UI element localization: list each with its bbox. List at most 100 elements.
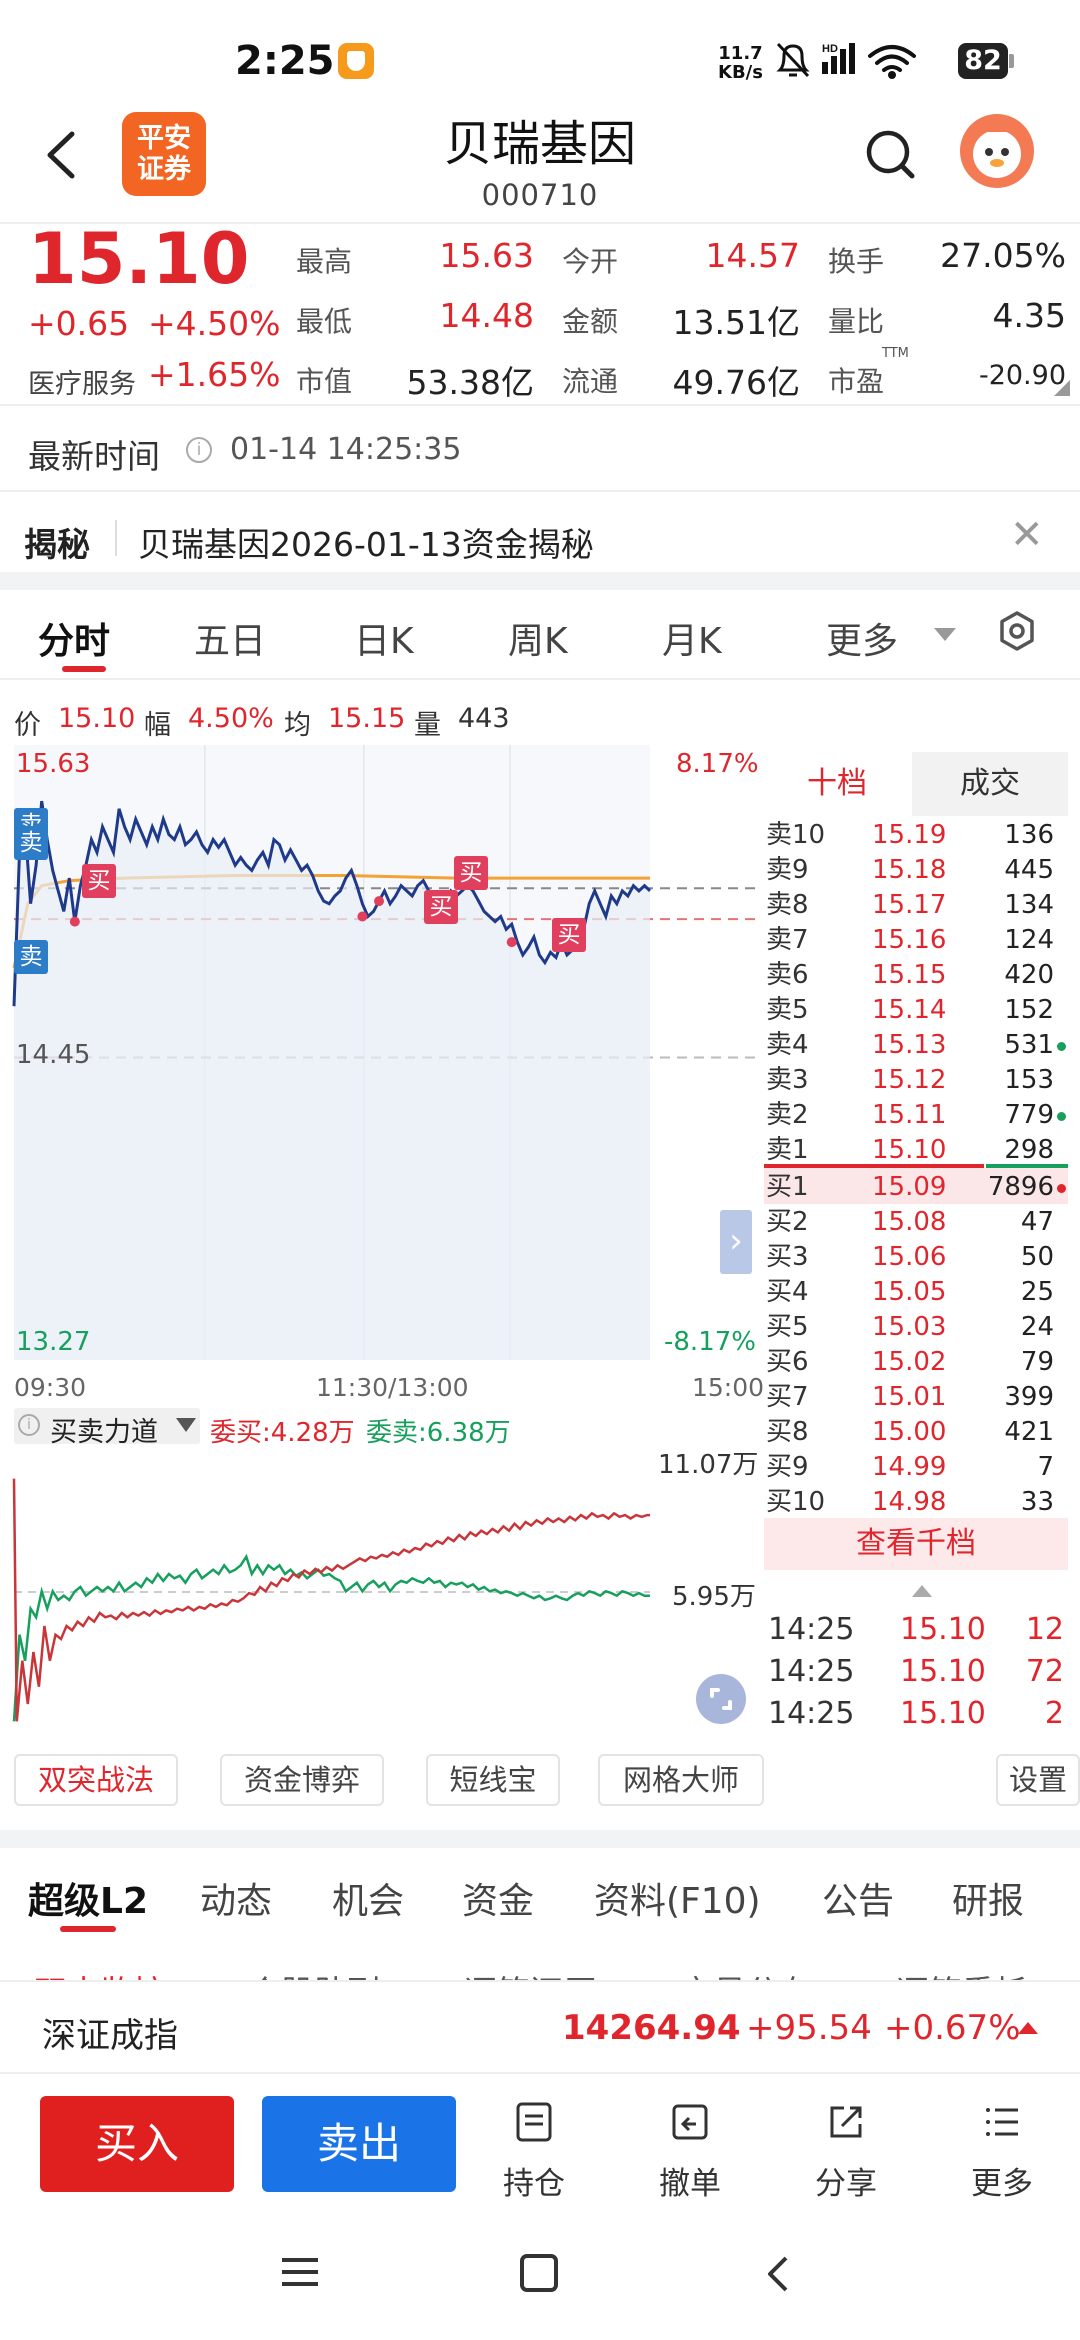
expand-corner-icon[interactable] — [1054, 380, 1070, 396]
ask-row[interactable]: 卖8 15.17 134 — [766, 888, 1068, 923]
chevron-down-icon[interactable] — [176, 1418, 196, 1432]
fullscreen-icon[interactable] — [696, 1674, 746, 1724]
info-avg-label: 均 — [284, 710, 311, 741]
svg-text:HD: HD — [822, 43, 838, 55]
holdings-button[interactable]: 持仓 — [484, 2100, 584, 2203]
back-arrow-icon[interactable] — [38, 120, 88, 190]
bid-qty: 25 — [1020, 1277, 1054, 1307]
index-value: 14264.94 — [562, 2008, 741, 2048]
tab-intraday[interactable]: 分时 — [38, 612, 110, 664]
tool-double-breakout[interactable]: 双突战法 — [14, 1754, 178, 1806]
ask-row[interactable]: 卖5 15.14 152 — [766, 993, 1068, 1028]
tab-trades[interactable]: 成交 — [912, 752, 1068, 816]
tool-capital-game[interactable]: 资金博弈 — [220, 1754, 384, 1806]
ask-row[interactable]: 卖9 15.18 445 — [766, 853, 1068, 888]
tool-short-term[interactable]: 短线宝 — [426, 1754, 560, 1806]
menu-icon[interactable] — [280, 2256, 320, 2288]
tab-news[interactable]: 动态 — [200, 1872, 272, 1924]
bid-row[interactable]: 买4 15.05 25 — [766, 1275, 1068, 1310]
ask-row[interactable]: 卖4 15.13 531 — [766, 1028, 1068, 1063]
holdings-label: 持仓 — [503, 2166, 565, 2202]
bid-row[interactable]: 买5 15.03 24 — [766, 1310, 1068, 1345]
price-change-pct: +4.50% — [148, 304, 281, 343]
chevron-up-icon[interactable] — [912, 1585, 932, 1597]
bid-qty: 50 — [1020, 1242, 1054, 1272]
bid-row[interactable]: 买7 15.01 399 — [766, 1380, 1068, 1415]
ask-row[interactable]: 卖2 15.11 779 — [766, 1098, 1068, 1133]
market-cap-label: 市值 — [296, 365, 353, 398]
bid-price: 14.98 — [872, 1487, 947, 1517]
bid-price: 15.08 — [872, 1207, 947, 1237]
bid-row[interactable]: 买8 15.00 421 — [766, 1415, 1068, 1450]
ask-price: 15.11 — [872, 1100, 947, 1130]
tab-research[interactable]: 研报 — [952, 1872, 1024, 1924]
bid-level: 买9 — [766, 1452, 809, 1482]
buy-marker[interactable]: 买 — [424, 890, 458, 924]
assistant-avatar-icon[interactable] — [960, 114, 1034, 188]
tool-settings[interactable]: 设置 — [996, 1754, 1080, 1806]
expand-chart-button[interactable]: › — [720, 1210, 752, 1274]
latest-time-value: 01-14 14:25:35 — [230, 432, 462, 467]
more-button[interactable]: 更多 — [952, 2100, 1052, 2203]
tab-announcements[interactable]: 公告 — [822, 1872, 894, 1924]
volume-ratio-label: 量比 — [828, 305, 885, 338]
search-icon[interactable] — [862, 126, 920, 184]
ask-row[interactable]: 卖7 15.16 124 — [766, 923, 1068, 958]
sector-name[interactable]: 医疗服务 — [28, 362, 136, 401]
tab-capital[interactable]: 资金 — [462, 1872, 534, 1924]
trade-dot — [69, 916, 80, 927]
intraday-chart[interactable] — [0, 745, 762, 1365]
buy-marker[interactable]: 买 — [552, 918, 586, 952]
buy-button[interactable]: 买入 — [40, 2096, 234, 2192]
tab-daily-k[interactable]: 日K — [354, 612, 414, 664]
bid-row[interactable]: 买6 15.02 79 — [766, 1345, 1068, 1380]
ask-level: 卖8 — [766, 890, 809, 920]
ask-price: 15.12 — [872, 1065, 947, 1095]
back-icon[interactable] — [762, 2254, 792, 2294]
sell-marker[interactable]: 卖 — [14, 826, 48, 860]
info-icon[interactable]: i — [186, 437, 212, 463]
tab-more[interactable]: 更多 — [826, 612, 898, 664]
home-icon[interactable] — [520, 2254, 558, 2292]
bid-price: 15.03 — [872, 1312, 947, 1342]
view-thousand-depth-button[interactable]: 查看千档 — [764, 1518, 1068, 1570]
gear-icon[interactable] — [996, 610, 1038, 652]
chevron-down-icon[interactable] — [934, 628, 956, 641]
sell-commission: 委卖:6.38万 — [366, 1418, 511, 1448]
buy-marker[interactable]: 买 — [82, 864, 116, 898]
ask-row[interactable]: 卖6 15.15 420 — [766, 958, 1068, 993]
buy-marker[interactable]: 买 — [454, 856, 488, 890]
network-speed: 11.7 KB/s — [718, 44, 763, 82]
info-amp: 4.50% — [188, 703, 274, 734]
tab-monthly-k[interactable]: 月K — [662, 612, 722, 664]
bid-row[interactable]: 买1 15.09 7896 — [766, 1170, 1068, 1205]
ask-row[interactable]: 卖10 15.19 136 — [766, 818, 1068, 853]
pe-value: -20.90 — [978, 360, 1066, 391]
ask-row[interactable]: 卖1 15.10 298 — [766, 1133, 1068, 1168]
bid-row[interactable]: 买10 14.98 33 — [766, 1485, 1068, 1520]
ask-qty: 124 — [1004, 925, 1054, 955]
tool-grid-master[interactable]: 网格大师 — [598, 1754, 764, 1806]
market-cap-value: 53.38亿 — [406, 363, 534, 402]
tab-weekly-k[interactable]: 周K — [508, 612, 568, 664]
pe-label: 市盈 — [828, 365, 885, 398]
sell-marker[interactable]: 卖 — [14, 940, 48, 974]
ask-row[interactable]: 卖3 15.12 153 — [766, 1063, 1068, 1098]
bid-row[interactable]: 买9 14.99 7 — [766, 1450, 1068, 1485]
tick-time: 14:25 — [768, 1612, 855, 1647]
tab-depth[interactable]: 十档 — [764, 752, 910, 816]
cancel-order-button[interactable]: 撤单 — [640, 2100, 740, 2203]
ask-qty: 298 — [1004, 1135, 1054, 1165]
sell-button[interactable]: 卖出 — [262, 2096, 456, 2192]
tab-super-l2[interactable]: 超级L2 — [28, 1872, 148, 1924]
close-icon[interactable]: ✕ — [1010, 512, 1044, 558]
info-icon[interactable]: i — [18, 1414, 40, 1436]
bid-row[interactable]: 买3 15.06 50 — [766, 1240, 1068, 1275]
share-button[interactable]: 分享 — [796, 2100, 896, 2203]
tab-f10[interactable]: 资料(F10) — [594, 1872, 761, 1924]
bid-row[interactable]: 买2 15.08 47 — [766, 1205, 1068, 1240]
tab-opportunity[interactable]: 机会 — [332, 1872, 404, 1924]
reveal-link[interactable]: 贝瑞基因2026-01-13资金揭秘 — [138, 518, 594, 566]
tab-five-day[interactable]: 五日 — [194, 612, 266, 664]
chevron-up-icon[interactable] — [1018, 2022, 1038, 2034]
